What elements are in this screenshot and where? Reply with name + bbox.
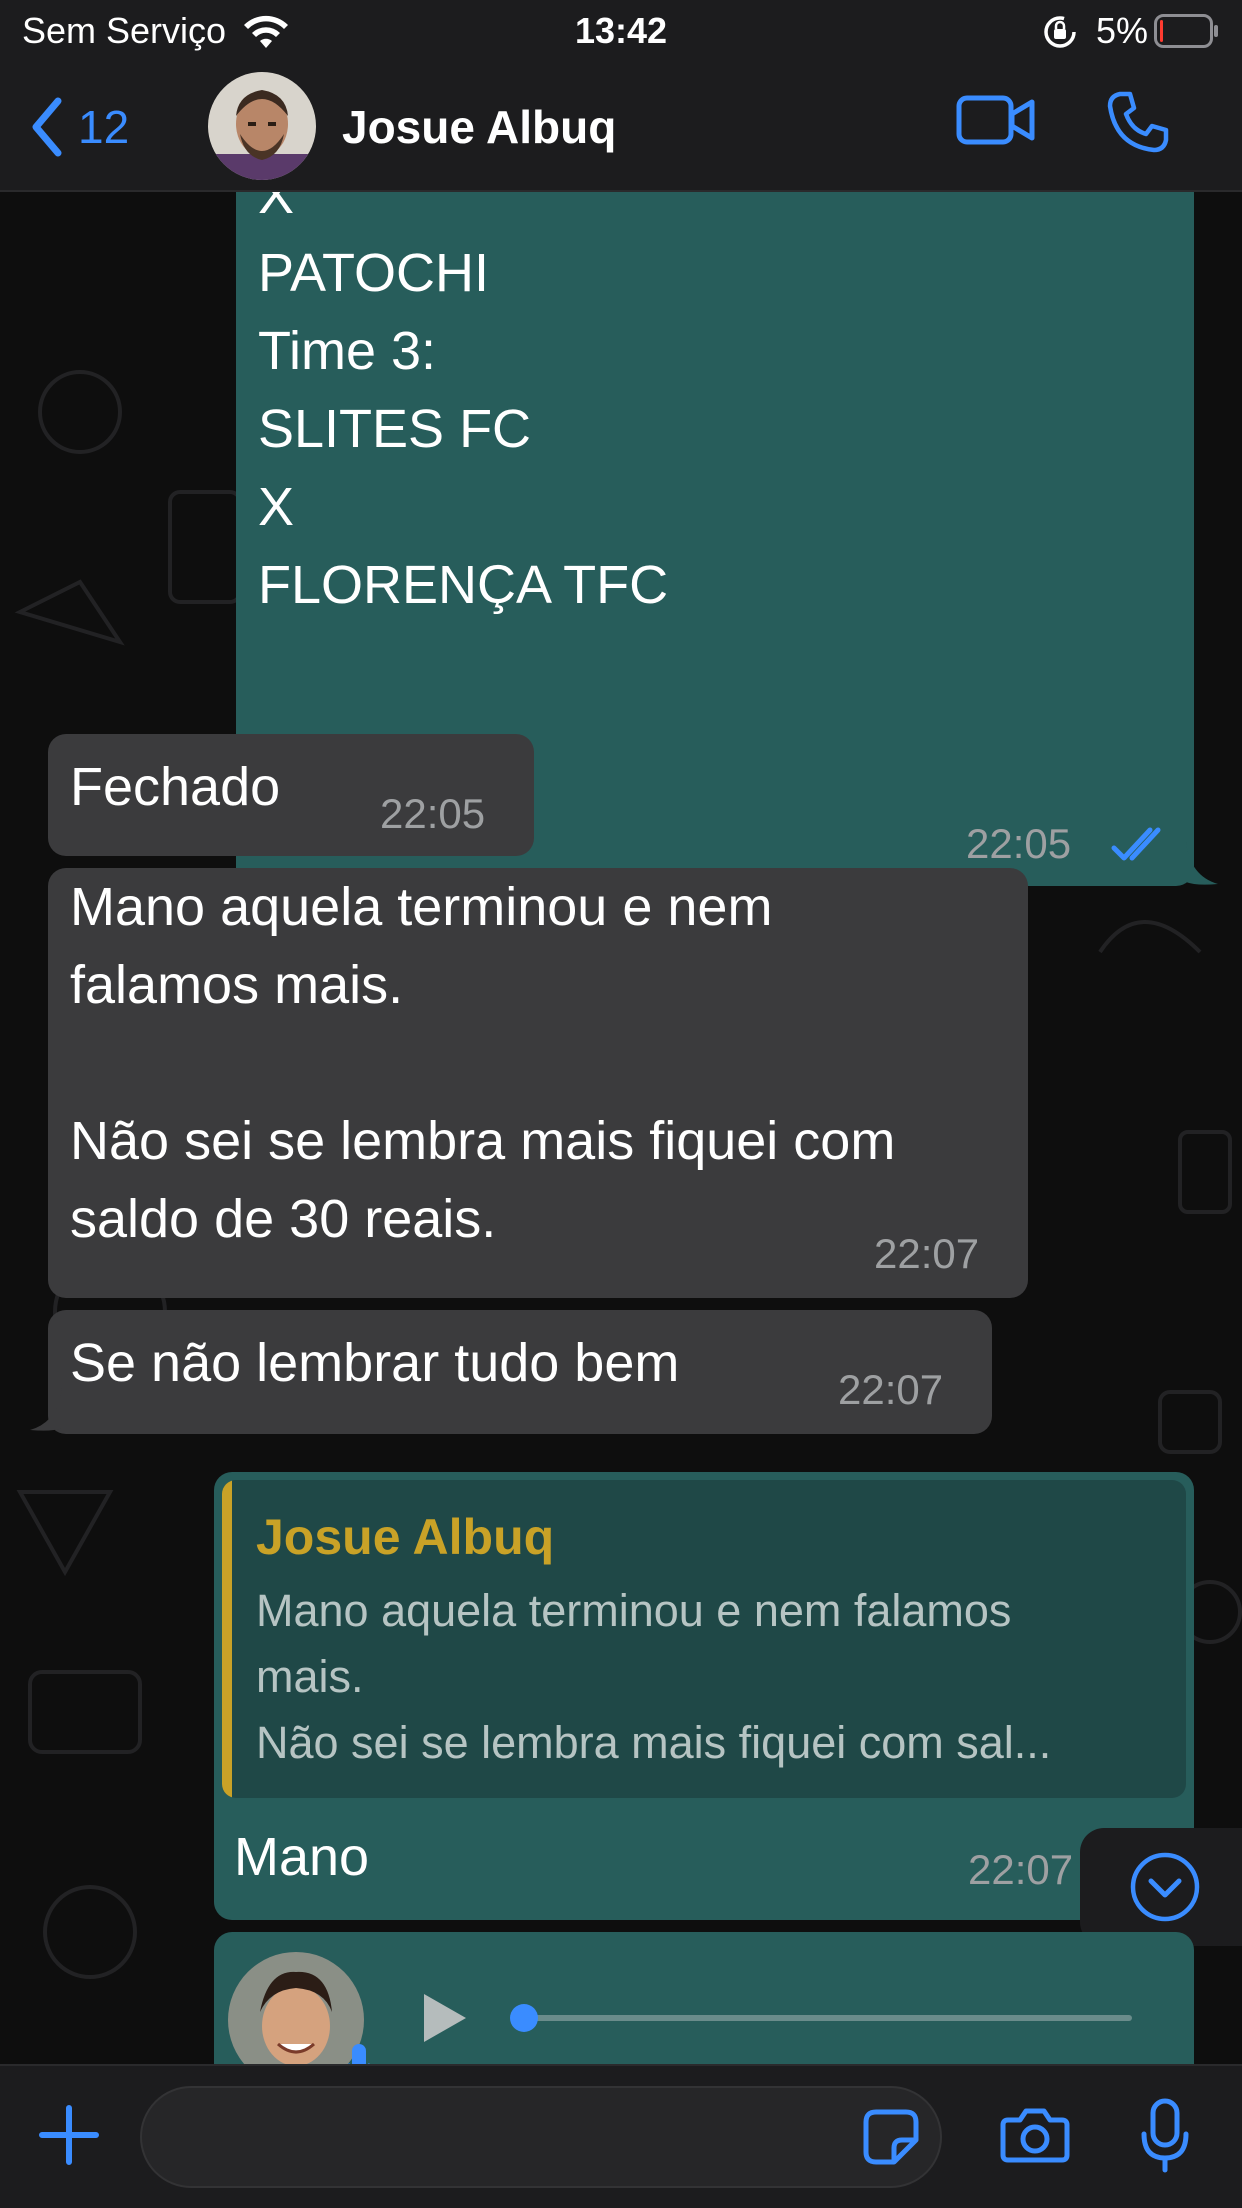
chevron-down-circle-icon: [1130, 1852, 1200, 1922]
voice-progress-thumb[interactable]: [510, 2004, 538, 2032]
status-bar: Sem Serviço 13:42 5%: [0, 0, 1242, 64]
message-bubble-incoming[interactable]: Mano aquela terminou e nem falamos mais.…: [48, 868, 1028, 1298]
message-input[interactable]: [140, 2086, 942, 2188]
message-bubble-incoming[interactable]: Fechado 22:05: [48, 734, 534, 856]
video-call-button[interactable]: [956, 92, 1036, 148]
message-bubble-outgoing[interactable]: Josue Albuq Mano aquela terminou e nem f…: [214, 1472, 1194, 1920]
voice-call-button[interactable]: [1106, 90, 1170, 154]
unread-count: 12: [78, 101, 130, 153]
voice-record-button[interactable]: [1140, 2098, 1190, 2174]
message-text: Mano: [234, 1827, 370, 1887]
whatsapp-chat-screen: Sem Serviço 13:42 5% 12 Josue Albuq X PA…: [0, 0, 1242, 2208]
bubble-tail: [30, 1388, 62, 1431]
avatar[interactable]: [208, 72, 316, 180]
back-button[interactable]: 12: [30, 92, 129, 162]
chat-header: 12 Josue Albuq: [0, 64, 1242, 192]
composer-bar: [0, 2064, 1242, 2208]
quote-author: Josue Albuq: [256, 1509, 555, 1565]
chevron-left-icon: [32, 97, 62, 157]
sender-avatar: [228, 1952, 364, 2064]
microphone-icon: [1141, 2098, 1189, 2173]
message-time: 22:07: [838, 1366, 944, 1413]
message-text: Se não lembrar tudo bem: [70, 1333, 680, 1393]
camera-icon: [1000, 2108, 1070, 2163]
microphone-badge-icon: [348, 2044, 370, 2064]
sticker-button[interactable]: [862, 2108, 920, 2166]
quote-text: Mano aquela terminou e nem falamos mais.…: [256, 1585, 1052, 1768]
sticker-icon: [863, 2109, 919, 2165]
plus-icon: [39, 2105, 99, 2165]
rotation-lock-icon: [1044, 16, 1076, 48]
quote-accent-bar: [222, 1480, 232, 1798]
play-button[interactable]: [420, 1990, 470, 2051]
message-text: X PATOCHI Time 3: SLITES FC X FLORENÇA T…: [258, 192, 669, 615]
video-camera-icon: [956, 95, 1035, 145]
contact-name[interactable]: Josue Albuq: [342, 100, 616, 154]
voice-progress-track[interactable]: [518, 2015, 1132, 2021]
message-bubble-incoming[interactable]: Se não lembrar tudo bem 22:07: [48, 1310, 992, 1434]
message-time: 22:05: [380, 790, 486, 837]
play-icon: [424, 1994, 466, 2042]
read-ticks-icon: [1111, 827, 1161, 861]
quoted-message[interactable]: Josue Albuq Mano aquela terminou e nem f…: [222, 1480, 1186, 1798]
message-time: 22:07: [968, 1846, 1074, 1893]
message-text: Fechado: [70, 757, 281, 817]
attach-button[interactable]: [36, 2102, 102, 2168]
voice-message-bubble[interactable]: [214, 1932, 1194, 2064]
bubble-tail: [1186, 842, 1218, 885]
scroll-to-bottom-button[interactable]: [1080, 1828, 1242, 1946]
camera-button[interactable]: [1000, 2106, 1070, 2164]
message-time: 22:07: [874, 1230, 980, 1277]
message-text: Mano aquela terminou e nem falamos mais.…: [70, 877, 896, 1249]
battery-icon: [1154, 14, 1218, 48]
message-time: 22:05: [966, 820, 1072, 867]
battery-percentage: 5%: [1096, 10, 1149, 51]
message-list[interactable]: X PATOCHI Time 3: SLITES FC X FLORENÇA T…: [0, 192, 1242, 2064]
phone-icon: [1107, 91, 1169, 153]
